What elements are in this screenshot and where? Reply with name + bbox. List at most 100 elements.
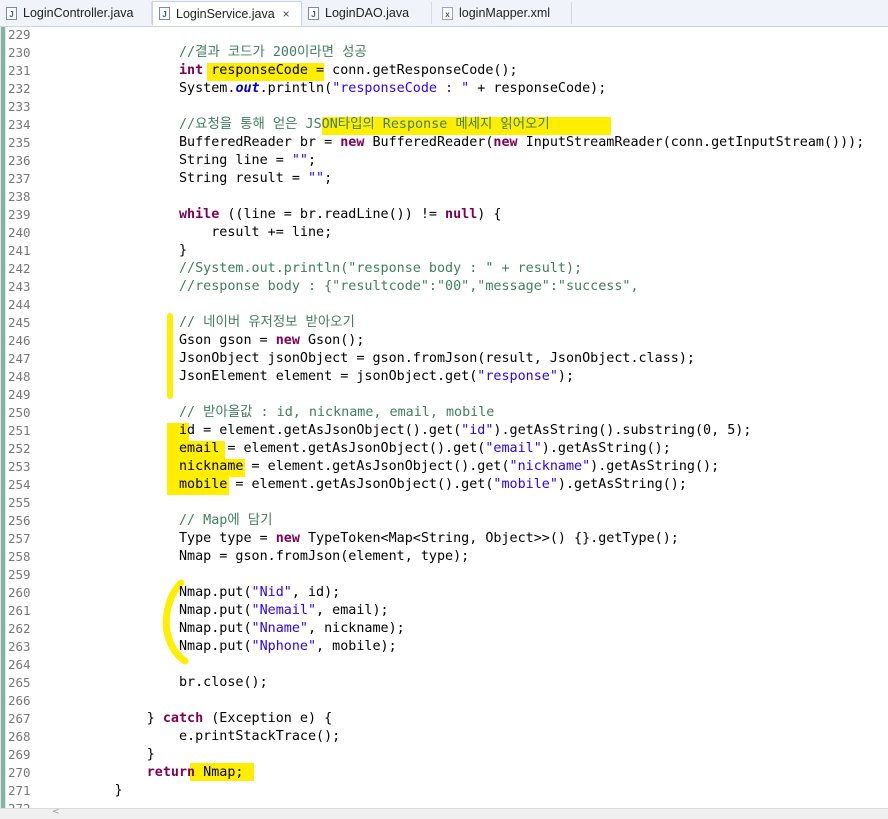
line-number: 231 bbox=[8, 63, 31, 78]
code-text: Nmap.put("Nemail", email); bbox=[50, 603, 389, 618]
code-editor[interactable]: 229 230 //결과 코드가 200이라면 성공 231 int respons… bbox=[0, 27, 888, 808]
code-line[interactable]: 258 Nmap = gson.fromJson(element, type); bbox=[0, 548, 888, 566]
horizontal-scrollbar[interactable]: < bbox=[0, 807, 888, 819]
java-file-icon: J bbox=[308, 6, 319, 20]
code-line[interactable]: 242 //System.out.println("response body … bbox=[0, 260, 888, 278]
line-number: 244 bbox=[8, 297, 31, 312]
code-text: e.printStackTrace(); bbox=[50, 729, 341, 744]
tab-label: LoginDAO.java bbox=[325, 6, 410, 20]
code-line[interactable]: 246 Gson gson = new Gson(); bbox=[0, 332, 888, 350]
code-line[interactable]: 257 Type type = new TypeToken<Map<String… bbox=[0, 530, 888, 548]
code-line[interactable]: 238 bbox=[0, 188, 888, 206]
code-line[interactable]: 253 nickname = element.getAsJsonObject()… bbox=[0, 458, 888, 476]
line-number: 245 bbox=[8, 315, 31, 330]
code-text: Nmap.put("Nphone", mobile); bbox=[50, 639, 397, 654]
tab-login-mapper[interactable]: x loginMapper.xml bbox=[432, 2, 572, 24]
code-line[interactable]: 249 bbox=[0, 386, 888, 404]
code-text: } bbox=[50, 747, 155, 762]
line-number: 266 bbox=[8, 693, 31, 708]
code-text: int responseCode = conn.getResponseCode(… bbox=[179, 63, 518, 78]
code-text: //요청을 통해 얻은 JSON타입의 Response 메세지 읽어오기 bbox=[179, 117, 550, 132]
code-line[interactable]: 250 // 받아올값 : id, nickname, email, mobil… bbox=[0, 404, 888, 422]
code-line[interactable]: 261 Nmap.put("Nemail", email); bbox=[0, 602, 888, 620]
code-line[interactable]: 240 result += line; bbox=[0, 224, 888, 242]
code-line[interactable]: 232 System.out.println("responseCode : "… bbox=[0, 80, 888, 98]
code-line[interactable]: 236 String line = ""; bbox=[0, 152, 888, 170]
line-number: 253 bbox=[8, 459, 31, 474]
code-text: Type type = new TypeToken<Map<String, Ob… bbox=[50, 531, 679, 546]
scroll-left-icon[interactable]: < bbox=[52, 807, 60, 817]
code-line[interactable]: 264 bbox=[0, 656, 888, 674]
line-number: 247 bbox=[8, 351, 31, 366]
code-line[interactable]: 272 bbox=[0, 800, 888, 808]
code-line[interactable]: 259 bbox=[0, 566, 888, 584]
code-line[interactable]: 237 String result = ""; bbox=[0, 170, 888, 188]
line-number: 263 bbox=[8, 639, 31, 654]
code-line[interactable]: 235 BufferedReader br = new BufferedRead… bbox=[0, 134, 888, 152]
code-text: } bbox=[50, 243, 188, 258]
close-icon[interactable]: × bbox=[283, 7, 290, 21]
code-text: Nmap.put("Nid", id); bbox=[50, 585, 341, 600]
tab-label: loginMapper.xml bbox=[459, 6, 551, 20]
code-text: while ((line = br.readLine()) != null) { bbox=[179, 207, 502, 222]
code-text: } catch (Exception e) { bbox=[50, 711, 333, 726]
code-line[interactable]: 260 Nmap.put("Nid", id); bbox=[0, 584, 888, 602]
code-text: nickname = element.getAsJsonObject().get… bbox=[50, 459, 720, 474]
tab-label: LoginService.java bbox=[176, 6, 275, 21]
tab-label: LoginController.java bbox=[23, 6, 134, 20]
code-text: email = element.getAsJsonObject().get("e… bbox=[50, 441, 671, 456]
code-line[interactable]: 251 id = element.getAsJsonObject().get("… bbox=[0, 422, 888, 440]
line-number: 240 bbox=[8, 225, 31, 240]
code-line[interactable]: 231 int responseCode = conn.getResponseC… bbox=[0, 62, 888, 80]
code-line[interactable]: 233 bbox=[0, 98, 888, 116]
code-line[interactable]: 267 } catch (Exception e) { bbox=[0, 710, 888, 728]
tab-login-dao[interactable]: J LoginDAO.java bbox=[302, 2, 432, 24]
code-text: result += line; bbox=[50, 225, 333, 240]
code-line[interactable]: 248 JsonElement element = jsonObject.get… bbox=[0, 368, 888, 386]
code-line[interactable]: 241 } bbox=[0, 242, 888, 260]
editor-tab-bar: J LoginController.java J LoginService.ja… bbox=[0, 0, 888, 27]
code-line[interactable]: 271 } bbox=[0, 782, 888, 800]
code-text: // Map에 담기 bbox=[179, 513, 273, 528]
line-number: 249 bbox=[8, 387, 31, 402]
line-number: 242 bbox=[8, 261, 31, 276]
code-text: System.out.println("responseCode : " + r… bbox=[50, 81, 607, 96]
line-number: 235 bbox=[8, 135, 31, 150]
code-line[interactable]: 270 return Nmap; bbox=[0, 764, 888, 782]
code-line[interactable]: 255 bbox=[0, 494, 888, 512]
code-line[interactable]: 268 e.printStackTrace(); bbox=[0, 728, 888, 746]
code-text: String line = ""; bbox=[50, 153, 317, 168]
code-line[interactable]: 239 while ((line = br.readLine()) != nul… bbox=[0, 206, 888, 224]
tab-login-service[interactable]: J LoginService.java × bbox=[152, 1, 302, 26]
line-number: 250 bbox=[8, 405, 31, 420]
code-line[interactable]: 269 } bbox=[0, 746, 888, 764]
code-text: // 받아올값 : id, nickname, email, mobile bbox=[179, 405, 495, 420]
tab-login-controller[interactable]: J LoginController.java bbox=[0, 2, 152, 24]
code-line[interactable]: 252 email = element.getAsJsonObject().ge… bbox=[0, 440, 888, 458]
line-number: 241 bbox=[8, 243, 31, 258]
line-number: 243 bbox=[8, 279, 31, 294]
line-number: 236 bbox=[8, 153, 31, 168]
xml-file-icon: x bbox=[442, 6, 453, 20]
line-number: 252 bbox=[8, 441, 31, 456]
code-text: BufferedReader br = new BufferedReader(n… bbox=[50, 135, 865, 150]
line-number: 255 bbox=[8, 495, 31, 510]
code-line[interactable]: 265 br.close(); bbox=[0, 674, 888, 692]
code-text: return Nmap; bbox=[146, 765, 244, 780]
code-line[interactable]: 256 // Map에 담기 bbox=[0, 512, 888, 530]
code-line[interactable]: 247 JsonObject jsonObject = gson.fromJso… bbox=[0, 350, 888, 368]
line-number: 234 bbox=[8, 117, 31, 132]
code-line[interactable]: 262 Nmap.put("Nname", nickname); bbox=[0, 620, 888, 638]
code-line[interactable]: 266 bbox=[0, 692, 888, 710]
code-line[interactable]: 234 //요청을 통해 얻은 JSON타입의 Response 메세지 읽어오… bbox=[0, 116, 888, 134]
code-line[interactable]: 244 bbox=[0, 296, 888, 314]
code-line[interactable]: 243 //response body : {"resultcode":"00"… bbox=[0, 278, 888, 296]
line-number: 256 bbox=[8, 513, 31, 528]
code-text: mobile = element.getAsJsonObject().get("… bbox=[50, 477, 687, 492]
code-line[interactable]: 245 // 네이버 유저정보 받아오기 bbox=[0, 314, 888, 332]
code-line[interactable]: 254 mobile = element.getAsJsonObject().g… bbox=[0, 476, 888, 494]
code-line[interactable]: 229 bbox=[0, 27, 888, 44]
code-line[interactable]: 230 //결과 코드가 200이라면 성공 bbox=[0, 44, 888, 62]
code-line[interactable]: 263 Nmap.put("Nphone", mobile); bbox=[0, 638, 888, 656]
line-number: 246 bbox=[8, 333, 31, 348]
